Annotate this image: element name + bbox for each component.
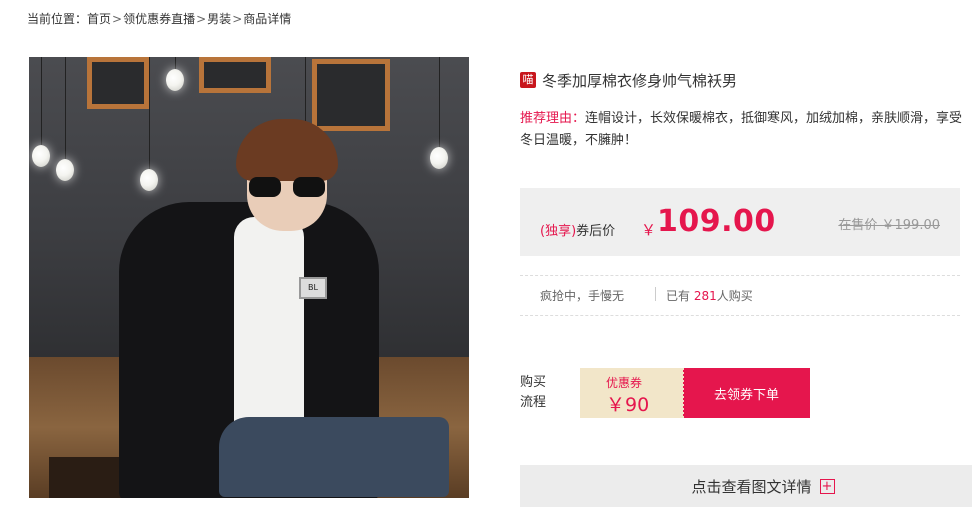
- breadcrumb-current: 商品详情: [243, 12, 292, 26]
- recommend-reason: 推荐理由：连帽设计，长效保暖棉衣，抵御寒风，加绒加棉，亲肤顺滑，享受冬日温暖，不…: [520, 108, 972, 152]
- photo-light-bulb: [166, 69, 184, 91]
- view-details-button[interactable]: 点击查看图文详情 +: [520, 465, 972, 507]
- bought-prefix: 已有: [666, 289, 691, 303]
- plus-icon: +: [819, 478, 835, 494]
- photo-lamp-wire: [439, 57, 440, 147]
- breadcrumb-separator: >: [232, 12, 243, 26]
- rush-status: 疯抢中，手慢无: [540, 289, 625, 303]
- photo-wall-frame: [87, 57, 149, 109]
- bought-count: 已有 281人购买: [666, 287, 753, 304]
- photo-sunglasses: [249, 177, 325, 197]
- after-coupon-label: 券后价: [576, 224, 616, 239]
- photo-coat-badge: BL: [299, 277, 327, 299]
- breadcrumb-menswear[interactable]: 男装: [207, 12, 231, 26]
- price-box: (独享)券后价 ￥ 109.00 在售价 ￥199.00: [520, 188, 960, 256]
- breadcrumb-coupon-live[interactable]: 领优惠券直播: [123, 12, 195, 26]
- photo-lamp-wire: [41, 57, 42, 145]
- bought-number: 281: [693, 289, 717, 303]
- breadcrumb-home[interactable]: 首页: [87, 12, 111, 26]
- photo-jeans: [219, 417, 449, 497]
- product-title-row: 喵 冬季加厚棉衣修身帅气棉袄男: [520, 70, 737, 90]
- exclusive-label: (独享): [540, 224, 577, 239]
- recommend-reason-label: 推荐理由：: [520, 111, 586, 126]
- breadcrumb-separator: >: [196, 12, 207, 26]
- divider: [520, 275, 960, 276]
- currency-symbol: ￥: [641, 221, 657, 239]
- photo-wall-frame: [312, 59, 390, 131]
- photo-light-bulb: [430, 147, 448, 169]
- photo-lamp-wire: [149, 57, 150, 169]
- price-tag: (独享)券后价: [540, 220, 615, 239]
- product-title: 冬季加厚棉衣修身帅气棉袄男: [542, 71, 738, 90]
- product-image[interactable]: BL: [29, 57, 469, 498]
- purchase-flow-label: 购买流程: [520, 375, 547, 410]
- photo-light-bulb: [140, 169, 158, 191]
- photo-light-bulb: [56, 159, 74, 181]
- coupon-ticket: 优惠券 ￥90: [580, 368, 683, 418]
- recommend-reason-text: 连帽设计，长效保暖棉衣，抵御寒风，加绒加棉，亲肤顺滑，享受冬日温暖，不臃肿！: [520, 111, 963, 148]
- get-coupon-order-button[interactable]: 去领券下单: [682, 368, 810, 418]
- coupon-label: 优惠券: [606, 376, 643, 390]
- divider: [655, 287, 656, 301]
- shop-badge-icon: 喵: [520, 72, 536, 88]
- breadcrumb-separator: >: [112, 12, 123, 26]
- photo-lamp-wire: [175, 57, 176, 69]
- coupon-value: ￥90: [606, 394, 650, 416]
- photo-light-bulb: [32, 145, 50, 167]
- photo-lamp-wire: [65, 57, 66, 159]
- breadcrumb: 当前位置：首页>领优惠券直播>男装>商品详情: [27, 10, 291, 27]
- photo-white-sweater: [234, 217, 304, 442]
- breadcrumb-prefix: 当前位置：: [27, 12, 88, 26]
- photo-wall-frame: [199, 57, 271, 93]
- bought-suffix: 人购买: [716, 289, 753, 303]
- coupon-price: 109.00: [657, 204, 776, 239]
- divider: [520, 315, 960, 316]
- original-price: 在售价 ￥199.00: [838, 218, 940, 233]
- view-details-label: 点击查看图文详情: [691, 477, 812, 496]
